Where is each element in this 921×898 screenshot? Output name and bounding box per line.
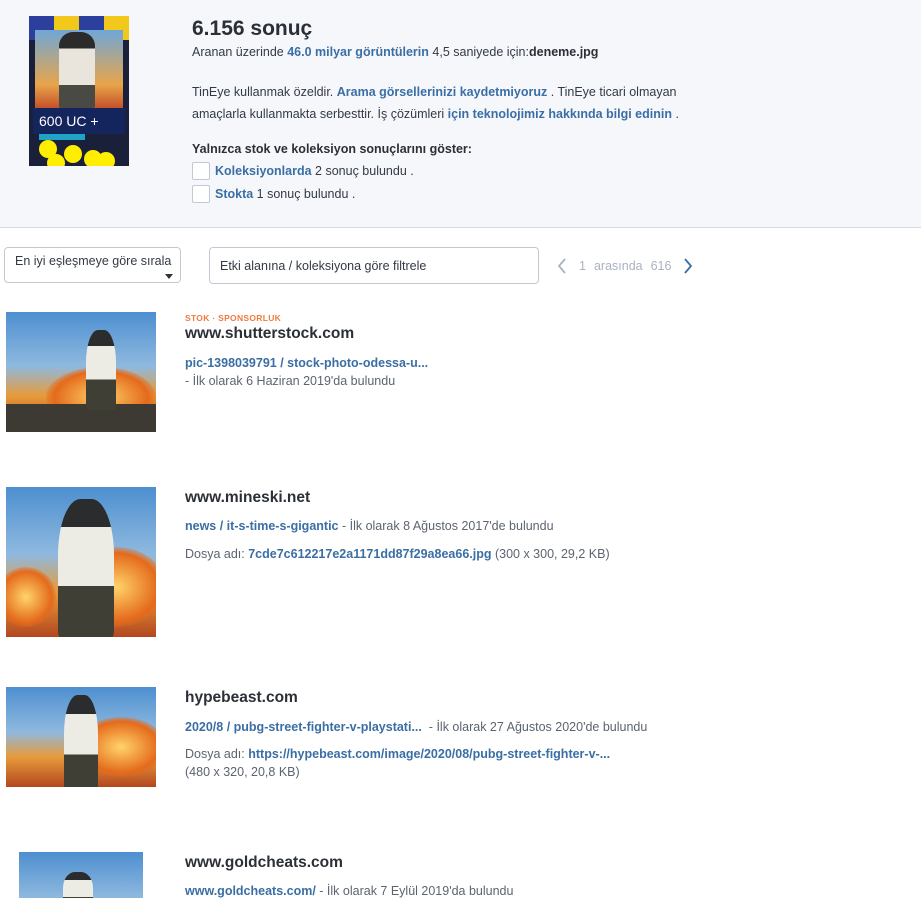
- result-link-row: news / it-s-time-s-gigantic - İlk olarak…: [185, 519, 554, 533]
- result-domain[interactable]: www.goldcheats.com: [185, 854, 343, 872]
- searched-suffix: 4,5 saniyede için:: [428, 45, 529, 59]
- result-link-row: 2020/8 / pubg-street-fighter-v-playstati…: [185, 720, 647, 734]
- thumbnail-price-banner: 600 UC +: [33, 108, 125, 134]
- searched-summary: Aranan üzerinde 46.0 milyar görüntülerin…: [192, 45, 598, 59]
- result-page-link[interactable]: news / it-s-time-s-gigantic: [185, 519, 339, 533]
- chevron-down-icon: [165, 274, 173, 279]
- indexed-images-link[interactable]: 46.0 milyar görüntülerin: [287, 45, 429, 59]
- searched-prefix: Aranan üzerinde: [192, 45, 288, 59]
- result-found-date: - İlk olarak 7 Eylül 2019'da bulundu: [315, 884, 514, 898]
- file-info: (480 x 320, 20,8 KB): [185, 765, 300, 779]
- result-file-row: Dosya adı: https://hypebeast.com/image/2…: [185, 747, 610, 761]
- search-summary-panel: 600 UC + 6.156 sonuç Aranan üzerinde 46.…: [0, 0, 921, 228]
- result-tags: STOK · SPONSORLUK: [185, 313, 282, 323]
- result-page-link[interactable]: 2020/8 / pubg-street-fighter-v-playstati…: [185, 720, 422, 734]
- stock-count: 1 sonuç bulundu .: [253, 186, 356, 201]
- pagination-total: 616: [650, 259, 672, 273]
- collections-link[interactable]: Koleksiyonlarda: [215, 164, 312, 178]
- collections-count: 2 sonuç bulundu .: [311, 163, 414, 178]
- stock-checkbox[interactable]: [192, 184, 210, 203]
- thumbnail-soldier: [63, 872, 93, 898]
- result-link-row: www.goldcheats.com/ - İlk olarak 7 Eylül…: [185, 884, 513, 898]
- redaction-dot: [64, 145, 82, 163]
- stock-filter-title: Yalnızca stok ve koleksiyon sonuçlarını …: [192, 142, 472, 156]
- query-image-thumbnail[interactable]: 600 UC +: [29, 16, 129, 166]
- result-found-date: - İlk olarak 27 Ağustos 2020'de bulundu: [421, 720, 648, 734]
- pagination-between: arasında: [593, 259, 643, 273]
- file-label: Dosya adı:: [185, 747, 249, 761]
- business-solutions-link[interactable]: için teknolojimiz hakkında bilgi edinin: [448, 107, 672, 121]
- result-file-link[interactable]: 7cde7c612217e2a1171dd87f29a8ea66.jpg: [248, 547, 491, 561]
- pagination: 1 arasında 616: [553, 256, 697, 276]
- privacy-notice: TinEye kullanmak özeldir. Arama görselle…: [192, 81, 712, 125]
- file-info: (300 x 300, 29,2 KB): [491, 547, 610, 561]
- redaction-dot: [97, 152, 115, 166]
- sort-dropdown[interactable]: En iyi eşleşmeye göre sırala: [4, 247, 181, 283]
- file-label: Dosya adı:: [185, 547, 249, 561]
- thumbnail-ground: [6, 404, 156, 432]
- chevron-right-icon[interactable]: [679, 256, 697, 276]
- stock-link[interactable]: Stokta: [215, 187, 253, 201]
- result-thumbnail[interactable]: [6, 312, 156, 432]
- result-thumbnail[interactable]: [6, 487, 156, 637]
- collections-checkbox[interactable]: [192, 161, 210, 180]
- query-filename: deneme.jpg: [528, 45, 599, 59]
- collections-filter[interactable]: Koleksiyonlarda 2 sonuç bulundu .: [192, 161, 414, 180]
- thumbnail-soldier: [64, 695, 98, 787]
- notice-text-1: TinEye kullanmak özeldir.: [192, 85, 337, 99]
- thumbnail-soldier: [86, 330, 116, 410]
- result-thumbnail[interactable]: [6, 687, 156, 787]
- result-domain[interactable]: hypebeast.com: [185, 689, 298, 707]
- result-domain[interactable]: www.shutterstock.com: [185, 325, 354, 343]
- thumbnail-soldier: [58, 499, 114, 637]
- result-page-link[interactable]: www.goldcheats.com/: [185, 884, 316, 898]
- result-count-heading: 6.156 sonuç: [192, 17, 313, 40]
- result-domain[interactable]: www.mineski.net: [185, 489, 310, 507]
- domain-filter-input[interactable]: [209, 247, 539, 284]
- result-thumbnail[interactable]: [19, 852, 143, 898]
- stock-filter[interactable]: Stokta 1 sonuç bulundu .: [192, 184, 355, 203]
- result-file-row: Dosya adı: 7cde7c612217e2a1171dd87f29a8e…: [185, 547, 610, 561]
- privacy-link[interactable]: Arama görsellerinizi kaydetmiyoruz: [337, 85, 548, 99]
- result-file-link[interactable]: https://hypebeast.com/image/2020/08/pubg…: [248, 747, 610, 761]
- result-found-date: - İlk olarak 6 Haziran 2019'da bulundu: [185, 374, 396, 388]
- chevron-left-icon[interactable]: [553, 256, 571, 276]
- result-link-row: pic-1398039791 / stock-photo-odessa-u...: [185, 356, 428, 370]
- result-found-date: - İlk olarak 8 Ağustos 2017'de bulundu: [338, 519, 554, 533]
- notice-text-3: .: [672, 107, 679, 121]
- result-page-link[interactable]: pic-1398039791 / stock-photo-odessa-u...: [185, 356, 428, 370]
- redaction-dot: [47, 154, 65, 166]
- pagination-current: 1: [579, 259, 586, 273]
- thumbnail-soldier: [59, 32, 95, 108]
- sort-dropdown-label: En iyi eşleşmeye göre sırala: [15, 254, 172, 268]
